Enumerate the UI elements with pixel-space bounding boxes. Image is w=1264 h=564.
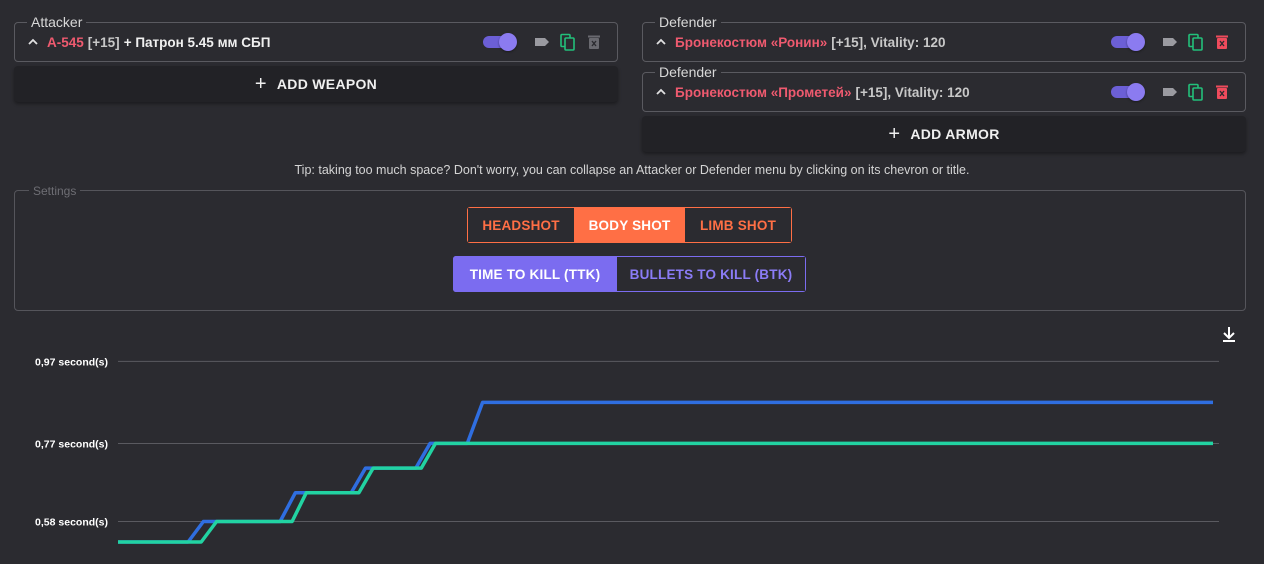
- weapon-name[interactable]: А-545: [47, 35, 84, 50]
- copy-icon[interactable]: [559, 33, 577, 51]
- delete-icon[interactable]: [1213, 83, 1231, 101]
- download-icon[interactable]: [1223, 327, 1235, 342]
- tag-icon[interactable]: [1161, 83, 1179, 101]
- series-line-1: [118, 441, 1213, 544]
- plus-icon: +: [254, 73, 267, 95]
- defender-row: Бронекостюм «Прометей» [+15] , Vitality:…: [643, 73, 1245, 111]
- tag-icon[interactable]: [533, 33, 551, 51]
- armor-vitality: , Vitality: 120: [887, 84, 970, 100]
- ammo-name: + Патрон 5.45 мм СБП: [123, 34, 271, 50]
- defender-panel: Defender Бронекостюм «Прометей» [+15] , …: [642, 64, 1246, 112]
- add-armor-button[interactable]: + ADD ARMOR: [642, 116, 1246, 152]
- attacker-row: А-545 [+15] + Патрон 5.45 мм СБП: [15, 23, 617, 61]
- ttk-chart: 0,97 second(s) 0,77 second(s) 0,58 second(…: [35, 327, 1235, 544]
- plus-icon: +: [888, 123, 901, 145]
- body-shot-button[interactable]: BODY SHOT: [575, 207, 685, 243]
- btk-button[interactable]: BULLETS TO KILL (BTK): [617, 256, 806, 292]
- chevron-up-icon[interactable]: [655, 86, 667, 98]
- defender-panel: Defender Бронекостюм «Ронин» [+15] , Vit…: [642, 14, 1246, 62]
- limb-shot-button[interactable]: LIMB SHOT: [685, 207, 792, 243]
- armor-level: [+15]: [855, 84, 888, 100]
- tip-text: Tip: taking too much space? Don't worry,…: [294, 163, 970, 177]
- armor-name[interactable]: Бронекостюм «Прометей»: [675, 85, 851, 100]
- add-weapon-button[interactable]: + ADD WEAPON: [14, 66, 618, 102]
- add-armor-label: ADD ARMOR: [910, 126, 1000, 142]
- enable-toggle[interactable]: [1111, 33, 1145, 51]
- delete-icon[interactable]: [585, 33, 603, 51]
- enable-toggle[interactable]: [483, 33, 517, 51]
- add-weapon-label: ADD WEAPON: [276, 76, 378, 92]
- armor-name[interactable]: Бронекостюм «Ронин»: [675, 35, 827, 50]
- armor-level: [+15]: [831, 34, 864, 50]
- settings-legend: Settings: [29, 183, 81, 199]
- chevron-up-icon[interactable]: [27, 36, 39, 48]
- tag-icon[interactable]: [1161, 33, 1179, 51]
- headshot-button[interactable]: HEADSHOT: [467, 207, 575, 243]
- mode-selector: TIME TO KILL (TTK) BULLETS TO KILL (BTK): [453, 256, 806, 292]
- copy-icon[interactable]: [1187, 83, 1205, 101]
- y-tick-label: 0,97 second(s): [35, 356, 108, 368]
- defender-row: Бронекостюм «Ронин» [+15] , Vitality: 12…: [643, 23, 1245, 61]
- ttk-button[interactable]: TIME TO KILL (TTK): [453, 256, 617, 292]
- copy-icon[interactable]: [1187, 33, 1205, 51]
- y-tick-label: 0,77 second(s): [35, 438, 108, 450]
- enable-toggle[interactable]: [1111, 83, 1145, 101]
- attacker-panel: Attacker А-545 [+15] + Патрон 5.45 мм СБ…: [14, 14, 618, 62]
- weapon-level: [+15]: [87, 34, 120, 50]
- chevron-up-icon[interactable]: [655, 36, 667, 48]
- delete-icon[interactable]: [1213, 33, 1231, 51]
- armor-vitality: , Vitality: 120: [863, 34, 946, 50]
- y-tick-label: 0,58 second(s): [35, 516, 108, 528]
- hit-type-selector: HEADSHOT BODY SHOT LIMB SHOT: [467, 207, 792, 243]
